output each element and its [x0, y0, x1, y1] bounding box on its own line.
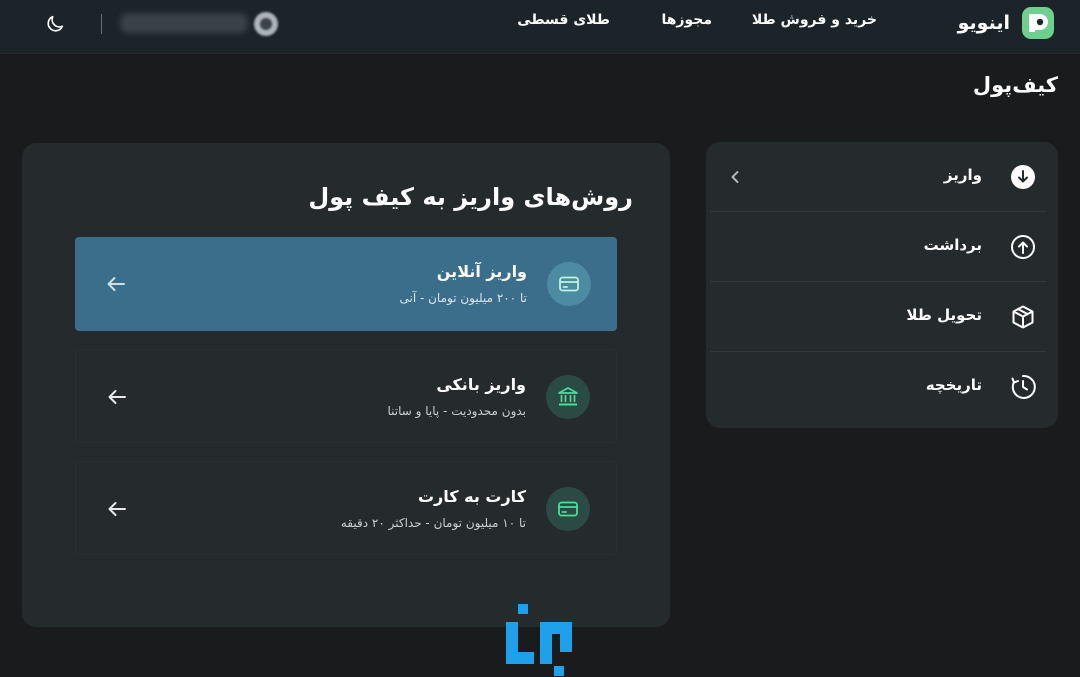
header-divider — [101, 14, 102, 34]
history-icon — [1011, 374, 1036, 399]
upload-circle-icon — [1011, 235, 1035, 259]
bank-icon — [546, 375, 590, 419]
arrow-left-icon — [108, 390, 126, 404]
menu-item-label: واریز — [943, 166, 982, 184]
menu-item-withdraw[interactable]: برداشت — [710, 212, 1046, 282]
brand-name: اینویو — [957, 12, 1010, 34]
menu-item-history[interactable]: تاریخچه — [710, 352, 1046, 422]
card-icon — [547, 262, 591, 306]
user-name-blurred[interactable] — [120, 13, 248, 33]
nav-buy-sell-gold[interactable]: خرید و فروش طلا — [752, 12, 877, 28]
top-navigation-bar: اینویو خرید و فروش طلا مجوزها طلای قسطی — [0, 0, 1080, 54]
method-title: واریز بانکی — [436, 375, 526, 394]
nav-licenses[interactable]: مجوزها — [661, 12, 712, 28]
wallet-menu: واریز برداشت تحویل طلا تاریخچه — [706, 142, 1058, 428]
method-subtitle: تا ۲۰۰ میلیون تومان - آنی — [399, 291, 527, 305]
moon-icon[interactable] — [44, 13, 66, 35]
brand[interactable]: اینویو — [958, 5, 1056, 41]
brand-logo-icon — [1022, 7, 1054, 39]
menu-item-label: تحویل طلا — [906, 306, 982, 324]
arrow-left-icon — [107, 277, 125, 291]
download-circle-icon — [1011, 165, 1035, 189]
method-subtitle: بدون محدودیت - پایا و ساتنا — [387, 404, 527, 418]
menu-item-label: تاریخچه — [925, 376, 982, 394]
menu-item-deposit[interactable]: واریز — [710, 142, 1046, 212]
arrow-left-icon — [108, 502, 126, 516]
deposit-methods-title: روش‌های واریز به کیف پول — [308, 183, 633, 211]
method-bank-deposit[interactable]: واریز بانکی بدون محدودیت - پایا و ساتنا — [75, 349, 617, 443]
method-title: کارت به کارت — [417, 487, 526, 506]
menu-item-gold-delivery[interactable]: تحویل طلا — [710, 282, 1046, 352]
chevron-left-icon — [731, 171, 739, 183]
menu-item-label: برداشت — [923, 236, 982, 254]
page-title: کیف‌پول — [972, 73, 1058, 97]
user-icon[interactable] — [254, 12, 278, 36]
card-icon — [546, 487, 590, 531]
method-title: واریز آنلاین — [436, 262, 527, 281]
method-card-to-card[interactable]: کارت به کارت تا ۱۰ میلیون تومان - حداکثر… — [75, 461, 617, 555]
watermark-logo — [506, 604, 572, 676]
method-subtitle: تا ۱۰ میلیون تومان - حداکثر ۲۰ دقیقه — [340, 516, 526, 530]
nav-installment-gold[interactable]: طلای قسطی — [517, 12, 610, 28]
method-online-deposit[interactable]: واریز آنلاین تا ۲۰۰ میلیون تومان - آنی — [75, 237, 617, 331]
deposit-methods-card: روش‌های واریز به کیف پول واریز آنلاین تا… — [22, 143, 670, 627]
box-icon — [1012, 305, 1034, 329]
